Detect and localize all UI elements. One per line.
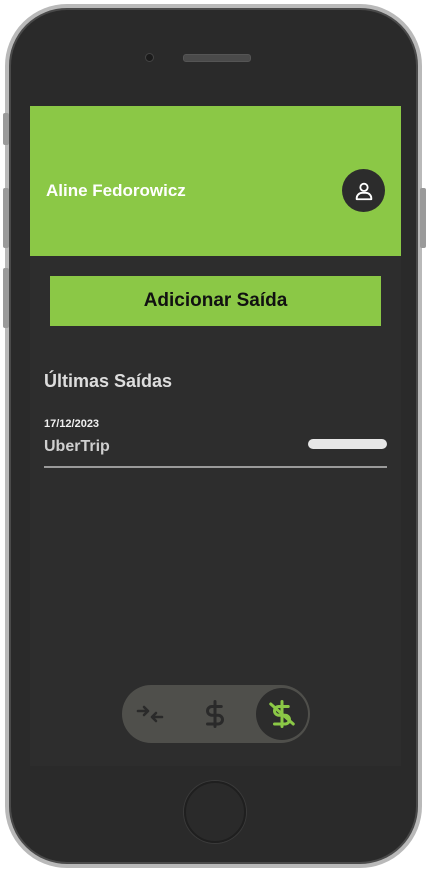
volume-down-button [3,268,9,328]
earpiece-speaker [183,54,251,62]
mute-switch [3,113,9,145]
expense-name: UberTrip [44,438,110,455]
user-icon [355,182,372,200]
profile-header: Aline Fedorowicz [30,106,401,256]
expense-date: 17/12/2023 [44,418,100,430]
transfer-arrows-icon [136,705,164,723]
volume-up-button [3,188,9,248]
profile-avatar-button[interactable] [342,169,385,212]
recent-expenses-title: Últimas Saídas [44,371,173,391]
power-button [420,188,426,248]
expense-amount-placeholder [308,439,387,449]
add-expense-button[interactable]: Adicionar Saída [50,276,381,326]
home-button[interactable] [184,781,246,843]
front-camera [145,53,154,62]
user-name: Aline Fedorowicz [46,181,186,200]
dollar-off-icon [269,700,295,728]
dollar-icon [206,700,224,728]
nav-expenses[interactable] [256,688,308,740]
nav-transactions[interactable] [124,688,176,740]
expense-list-item[interactable]: 17/12/2023 UberTrip [44,416,387,468]
app-screen: Aline Fedorowicz Adicionar Saída Últimas… [30,106,401,766]
bottom-navigation [122,685,310,743]
nav-income[interactable] [189,688,241,740]
